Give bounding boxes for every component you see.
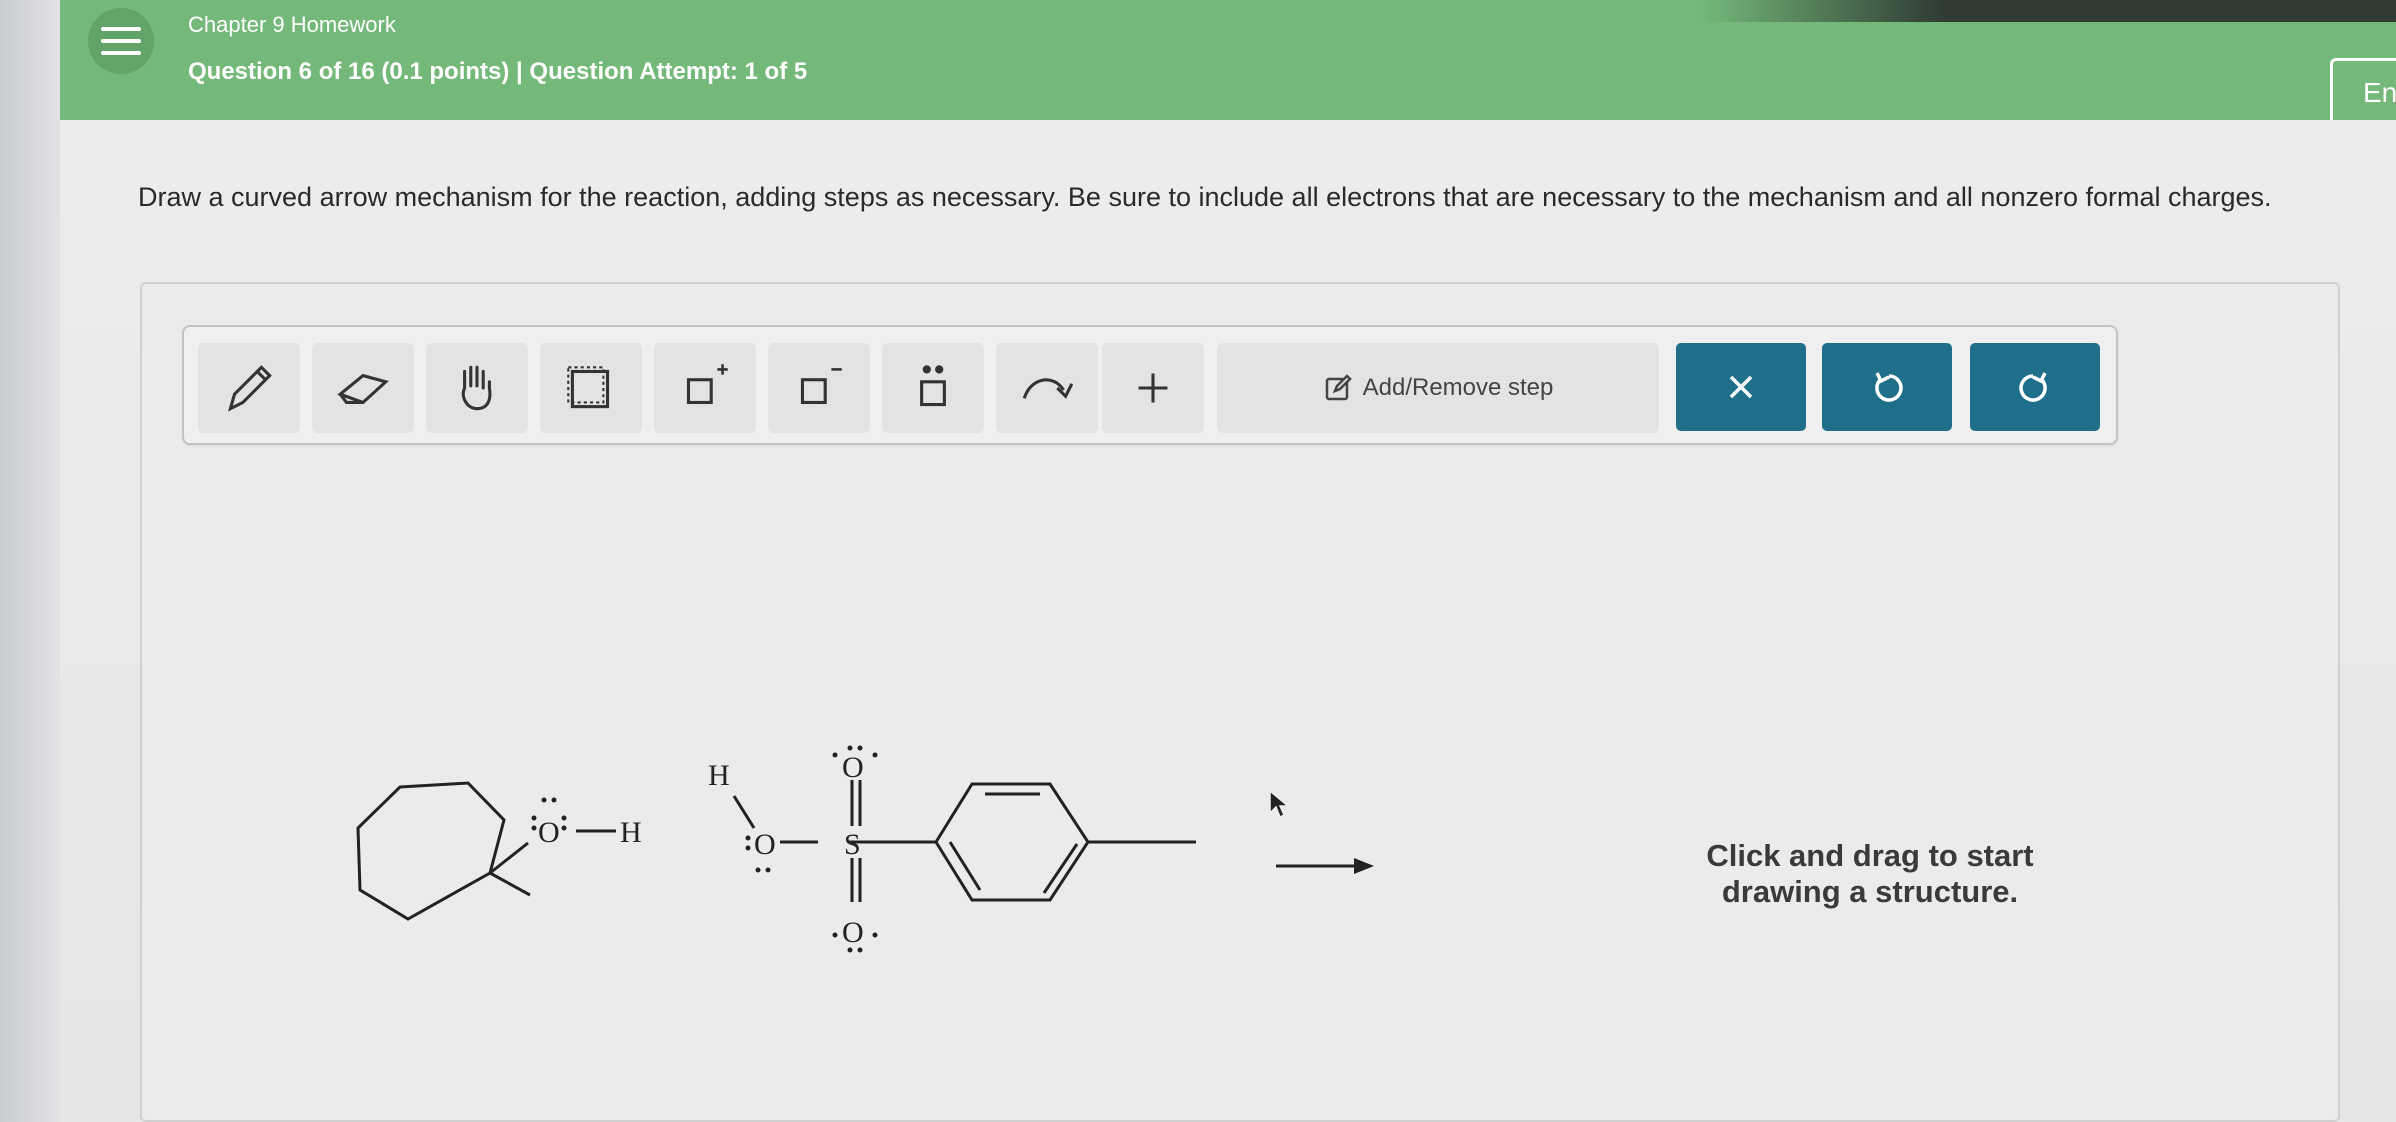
question-info: Question 6 of 16 (0.1 points) | Question…: [188, 58, 808, 85]
edit-icon: [1325, 374, 1352, 401]
reaction-structures: O H H O S O O: [356, 745, 1374, 953]
plus-icon: [1138, 373, 1168, 403]
positive-charge-tool[interactable]: [654, 343, 756, 433]
hand-icon: [461, 365, 492, 411]
undo-icon: [1875, 372, 1903, 402]
reaction-arrow: [1276, 858, 1374, 874]
redo-icon: [2019, 372, 2047, 402]
alcohol-hydrogen: H: [620, 816, 642, 849]
mouse-cursor-icon: [1269, 789, 1290, 819]
canvas-hint: Click and drag to start drawing a struct…: [1706, 838, 2034, 909]
header-shadow: [1700, 0, 2396, 22]
select-tool[interactable]: [540, 343, 642, 433]
sulfonyl-top-oxygen: O: [842, 751, 864, 784]
clear-button[interactable]: [1676, 343, 1806, 431]
curved-arrow-icon: [1022, 378, 1074, 399]
tsoh-structure: [732, 780, 1196, 902]
negative-charge-tool[interactable]: [768, 343, 870, 433]
acid-oxygen: O: [754, 828, 776, 861]
negative-charge-icon: [800, 368, 842, 405]
close-icon: [1729, 375, 1753, 399]
language-button[interactable]: En: [2330, 58, 2396, 128]
curved-arrow-tool[interactable]: [996, 343, 1098, 433]
sulfonyl-bottom-oxygen: O: [842, 916, 864, 949]
redo-button[interactable]: [1970, 343, 2100, 431]
acid-hydrogen: H: [708, 759, 730, 792]
add-remove-step-button[interactable]: Add/Remove step: [1217, 343, 1659, 433]
sulfur-atom: S: [844, 828, 861, 861]
alcohol-oxygen: O: [538, 816, 560, 849]
chapter-title: Chapter 9 Homework: [188, 12, 396, 37]
select-box-icon: [567, 366, 610, 409]
menu-icon: [101, 27, 141, 55]
add-remove-step-label: Add/Remove step: [1362, 374, 1554, 401]
positive-charge-icon: [686, 364, 728, 405]
hand-tool[interactable]: [426, 343, 528, 433]
lone-pair-tool[interactable]: [882, 343, 984, 433]
left-margin: [0, 0, 60, 1122]
pencil-tool[interactable]: [198, 343, 300, 433]
eraser-icon: [337, 373, 389, 405]
eraser-tool[interactable]: [312, 343, 414, 433]
plus-tool[interactable]: [1102, 343, 1204, 433]
drawing-toolbar: Add/Remove step: [182, 325, 2118, 445]
cycloheptanol-structure: [356, 781, 616, 921]
pencil-icon: [227, 365, 272, 412]
undo-button[interactable]: [1822, 343, 1952, 431]
lone-pair-icon: [920, 365, 946, 407]
question-prompt: Draw a curved arrow mechanism for the re…: [138, 182, 2272, 212]
menu-button[interactable]: [88, 8, 154, 74]
